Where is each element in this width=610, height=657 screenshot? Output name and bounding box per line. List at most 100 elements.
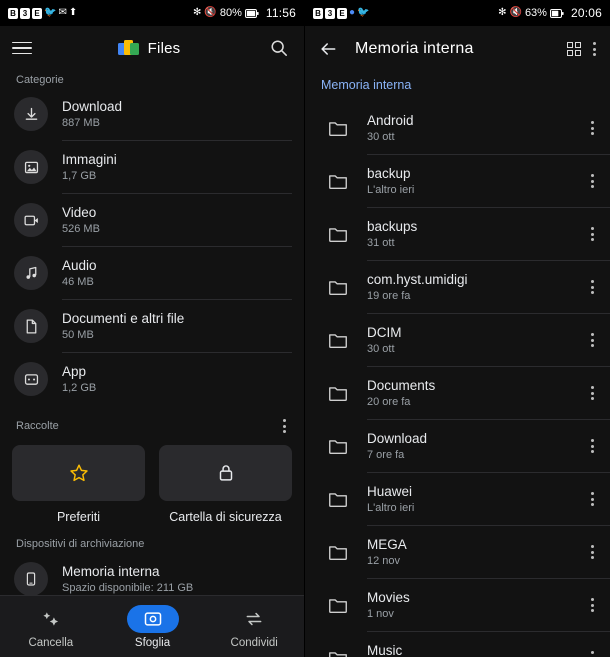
preferiti-card[interactable] [12, 445, 145, 501]
category-row-video[interactable]: Video 526 MB [0, 194, 304, 246]
nav-item-condividi[interactable]: Condividi [203, 605, 304, 649]
file-name: Music [367, 642, 403, 657]
category-size: 1,7 GB [62, 169, 97, 182]
file-row[interactable]: Android 30 ott [305, 102, 610, 154]
silent-icon: 🔇 [204, 7, 217, 18]
file-name: DCIM [367, 324, 402, 340]
lock-icon [219, 465, 232, 481]
row-more-vert-icon[interactable] [585, 594, 600, 616]
row-more-vert-icon[interactable] [585, 329, 600, 351]
badge-b-icon: B [8, 7, 18, 19]
row-more-vert-icon[interactable] [585, 170, 600, 192]
status-icons-right: ✻ 🔇 63% 20:06 [498, 6, 602, 20]
row-more-vert-icon[interactable] [585, 435, 600, 457]
file-meta: 19 ore fa [367, 289, 411, 302]
status-icons-left: B 3 E ● 🐦 [313, 7, 498, 19]
badge-e-icon: E [337, 7, 347, 19]
file-list[interactable]: Android 30 ott backup L'altro ieri backu… [305, 102, 610, 657]
file-row[interactable]: Download 7 ore fa [305, 420, 610, 472]
folder-icon [321, 482, 355, 516]
file-row[interactable]: DCIM 30 ott [305, 314, 610, 366]
row-more-vert-icon[interactable] [585, 382, 600, 404]
category-title: Video [62, 204, 97, 220]
status-icons-left: B 3 E 🐦 ✉ ⬆ [8, 7, 193, 19]
file-row[interactable]: com.hyst.umidigi 19 ore fa [305, 261, 610, 313]
left-content-scroll[interactable]: Categorie Download 887 MB Immagini 1,7 G… [0, 70, 304, 657]
file-meta: 12 nov [367, 554, 401, 567]
file-row[interactable]: MEGA 12 nov [305, 526, 610, 578]
files-logo-icon [117, 37, 140, 59]
twitter-icon: 🐦 [357, 7, 370, 18]
screenshot-root: B 3 E 🐦 ✉ ⬆ ✻ 🔇 80% 11:56 Files Categori… [0, 0, 610, 657]
row-more-vert-icon[interactable] [585, 223, 600, 245]
file-row[interactable]: Music 1 ora fa [305, 632, 610, 657]
category-row-app[interactable]: App 1,2 GB [0, 353, 304, 405]
file-meta: L'altro ieri [367, 183, 415, 196]
badge-3-icon: 3 [20, 7, 30, 19]
cartella-sicurezza-card[interactable] [159, 445, 292, 501]
badge-e-icon: E [32, 7, 42, 19]
back-arrow-icon[interactable] [315, 36, 341, 62]
file-name: MEGA [367, 536, 407, 552]
file-row[interactable]: Huawei L'altro ieri [305, 473, 610, 525]
file-row[interactable]: backup L'altro ieri [305, 155, 610, 207]
cartella-sicurezza-label: Cartella di sicurezza [169, 510, 282, 524]
category-row-documenti[interactable]: Documenti e altri file 50 MB [0, 300, 304, 352]
category-title: Audio [62, 257, 97, 273]
file-row[interactable]: backups 31 ott [305, 208, 610, 260]
breadcrumb[interactable]: Memoria interna [305, 72, 610, 102]
file-name: Android [367, 112, 414, 128]
file-meta: 7 ore fa [367, 448, 405, 461]
mail-icon: ✉ [58, 7, 67, 18]
nav-label: Condividi [230, 636, 278, 649]
search-icon[interactable] [266, 35, 292, 61]
page-title: Files [147, 39, 181, 57]
folder-icon [321, 641, 355, 657]
hamburger-icon[interactable] [12, 41, 32, 55]
nav-item-cancella[interactable]: Cancella [0, 605, 102, 649]
status-icons-right: ✻ 🔇 80% 11:56 [193, 6, 296, 20]
category-row-immagini[interactable]: Immagini 1,7 GB [0, 141, 304, 193]
battery-icon [549, 8, 564, 18]
file-name: Download [367, 430, 428, 446]
right-battery-label: 63% [524, 7, 547, 19]
file-meta: L'altro ieri [367, 501, 415, 514]
apps-icon [14, 362, 48, 396]
bluetooth-icon: ✻ [498, 7, 507, 18]
nav-item-sfoglia[interactable]: Sfoglia [102, 604, 204, 649]
collection-preferiti[interactable]: Preferiti [12, 445, 145, 524]
storage-title: Memoria interna [62, 563, 160, 579]
category-row-download[interactable]: Download 887 MB [0, 88, 304, 140]
video-icon [14, 203, 48, 237]
grid-view-icon[interactable] [561, 36, 587, 62]
file-name: backup [367, 165, 411, 181]
badge-3-icon: 3 [325, 7, 335, 19]
badge-b-icon: B [313, 7, 323, 19]
clean-icon [25, 605, 77, 633]
row-more-vert-icon[interactable] [585, 488, 600, 510]
right-app-bar: Memoria interna [305, 26, 610, 72]
category-row-audio[interactable]: Audio 46 MB [0, 247, 304, 299]
file-meta: 31 ott [367, 236, 395, 249]
more-vert-icon[interactable] [587, 38, 602, 60]
battery-icon [244, 8, 259, 18]
row-more-vert-icon[interactable] [585, 276, 600, 298]
nav-label: Cancella [28, 636, 74, 649]
folder-icon [321, 323, 355, 357]
folder-icon [321, 376, 355, 410]
file-name: backups [367, 218, 418, 234]
file-row[interactable]: Documents 20 ore fa [305, 367, 610, 419]
collection-cartella-sicurezza[interactable]: Cartella di sicurezza [159, 445, 292, 524]
raccolte-label: Raccolte [16, 420, 59, 432]
more-vert-icon[interactable] [277, 415, 292, 437]
row-more-vert-icon[interactable] [585, 647, 600, 657]
file-name: Documents [367, 377, 436, 393]
category-title: App [62, 363, 87, 379]
twitter-icon: 🐦 [44, 7, 57, 18]
row-more-vert-icon[interactable] [585, 117, 600, 139]
file-name: Huawei [367, 483, 413, 499]
row-more-vert-icon[interactable] [585, 541, 600, 563]
storage-sub: Spazio disponibile: 211 GB [62, 581, 194, 594]
file-row[interactable]: Movies 1 nov [305, 579, 610, 631]
phone-icon [14, 562, 48, 596]
